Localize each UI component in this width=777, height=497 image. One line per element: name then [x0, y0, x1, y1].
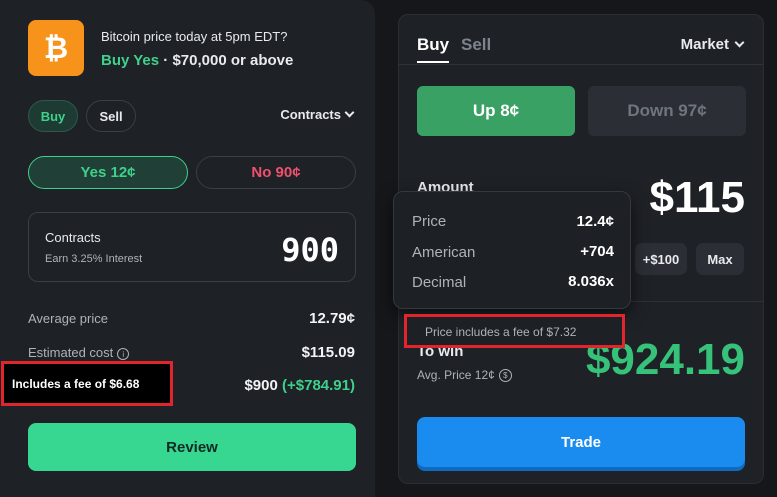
header-divider	[399, 64, 763, 65]
side-label: Buy Yes	[101, 52, 160, 69]
buy-toggle[interactable]: Buy	[28, 100, 78, 132]
tooltip-fee-highlight-box: Price includes a fee of $7.32	[404, 314, 625, 348]
yes-option-button[interactable]: Yes 12¢	[28, 156, 188, 189]
subtitle-separator: ·	[159, 52, 173, 69]
up-option-button[interactable]: Up 8¢	[417, 86, 575, 136]
contracts-dropdown[interactable]: Contracts	[280, 107, 355, 122]
chevron-down-icon	[734, 37, 745, 48]
payout-amount: $900	[244, 377, 278, 394]
tooltip-decimal-value: 8.036x	[568, 273, 614, 290]
market-condition: $70,000 or above	[172, 52, 294, 69]
review-button[interactable]: Review	[28, 423, 356, 471]
order-type-dropdown[interactable]: Market	[680, 36, 745, 53]
price-tooltip: Price 12.4¢ American +704 Decimal 8.036x	[393, 191, 631, 309]
est-cost-label: Estimated cost	[28, 345, 114, 360]
payout-value: $900 (+$784.91)	[244, 377, 355, 394]
sell-toggle[interactable]: Sell	[86, 100, 136, 132]
tooltip-price-value: 12.4¢	[576, 213, 614, 230]
max-button[interactable]: Max	[696, 243, 744, 275]
contracts-label: Contracts	[45, 230, 101, 245]
tooltip-fee-note: Price includes a fee of $7.32	[425, 325, 577, 339]
interest-label: Earn 3.25% Interest	[45, 253, 143, 265]
contracts-value[interactable]: 900	[281, 231, 339, 269]
no-option-button[interactable]: No 90¢	[196, 156, 356, 189]
dollar-coin-icon[interactable]: $	[498, 368, 512, 382]
contracts-dropdown-label: Contracts	[280, 107, 341, 122]
chevron-down-icon	[344, 107, 355, 118]
amount-value[interactable]: $115	[650, 173, 745, 223]
avg-price-row: Avg. Price 12¢ $	[417, 368, 512, 382]
contracts-input-box[interactable]: Contracts Earn 3.25% Interest 900	[28, 212, 356, 282]
est-cost-row: Estimated cost i	[28, 345, 130, 360]
tab-sell[interactable]: Sell	[461, 35, 491, 55]
add-100-button[interactable]: +$100	[635, 243, 687, 275]
tab-buy[interactable]: Buy	[417, 35, 449, 55]
market-subtitle: Buy Yes · $70,000 or above	[101, 52, 293, 69]
tooltip-american-label: American	[412, 244, 476, 261]
market-title: Bitcoin price today at 5pm EDT?	[101, 29, 288, 44]
tooltip-decimal-label: Decimal	[412, 274, 467, 291]
active-tab-indicator	[417, 61, 449, 63]
avg-price-value: 12.79¢	[309, 310, 355, 327]
payout-gain: (+$784.91)	[282, 377, 355, 394]
order-type-label: Market	[680, 36, 729, 53]
fee-note: Includes a fee of $6.68	[12, 377, 140, 391]
tooltip-american-value: +704	[580, 243, 614, 260]
fee-highlight-box: Includes a fee of $6.68	[1, 361, 173, 406]
info-icon[interactable]: i	[117, 347, 130, 360]
tooltip-price-label: Price	[412, 213, 447, 230]
avg-price-label: Avg. Price 12¢	[417, 368, 495, 382]
down-option-button[interactable]: Down 97¢	[588, 86, 746, 136]
est-cost-value: $115.09	[301, 344, 355, 361]
left-trade-panel: ₿ Bitcoin price today at 5pm EDT? Buy Ye…	[0, 0, 375, 497]
avg-price-label: Average price	[28, 311, 108, 326]
trade-button[interactable]: Trade	[417, 417, 745, 467]
bitcoin-icon: ₿	[28, 20, 84, 76]
